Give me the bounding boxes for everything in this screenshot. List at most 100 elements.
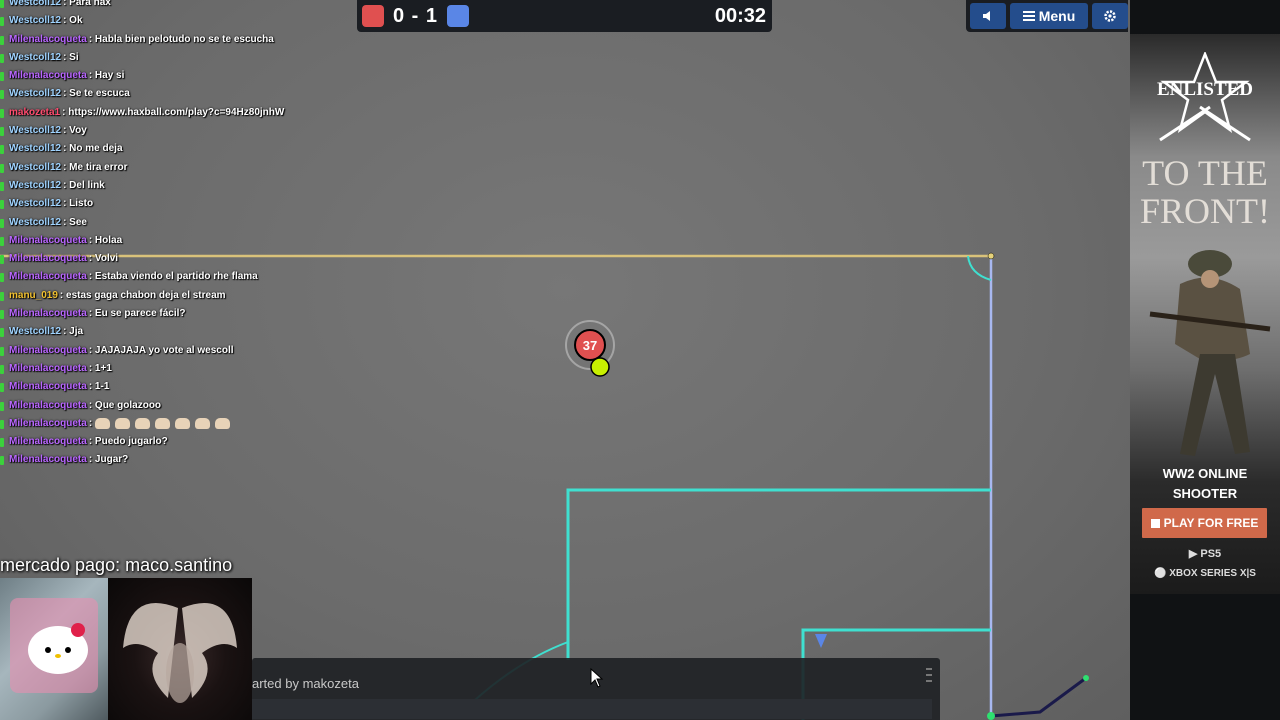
chat-username: Westcoll12 xyxy=(9,51,62,63)
chat-message: Westcoll12: Voy xyxy=(0,122,300,140)
chat-message: Milenalacoqueta: Que golazooo xyxy=(0,397,300,415)
chat-username: Westcoll12 xyxy=(9,216,62,228)
chat-username: Milenalacoqueta xyxy=(9,362,87,374)
sound-button[interactable] xyxy=(970,3,1006,29)
player-status-icon xyxy=(0,291,4,301)
ad-platform-xbox-label: XBOX SERIES X|S xyxy=(1169,568,1256,579)
goal-post-far xyxy=(1083,675,1089,681)
player-status-icon xyxy=(0,17,4,27)
chat-message: Westcoll12: Se te escuca xyxy=(0,85,300,103)
emoji-row xyxy=(94,417,235,429)
goal-post xyxy=(987,712,995,720)
player-status-icon xyxy=(0,90,4,100)
chat-username: makozeta1 xyxy=(9,106,61,118)
scoreboard: 0 - 1 00:32 xyxy=(357,0,772,32)
chat-message: Milenalacoqueta: Eu se parece fácil? xyxy=(0,305,300,323)
chat-message: Westcoll12: Para nax xyxy=(0,0,300,12)
match-timer: 00:32 xyxy=(714,4,766,27)
player-status-icon xyxy=(0,72,4,82)
chat-message: Westcoll12: Del link xyxy=(0,177,300,195)
ad-banner[interactable]: ENLISTED TO THE FRONT! WW2 ONLINE SHOOTE… xyxy=(1130,34,1280,594)
chat-username: Westcoll12 xyxy=(9,161,62,173)
chat-text: https://www.haxball.com/play?c=94Hz80jnh… xyxy=(68,106,285,118)
ad-cta-label: PLAY FOR FREE xyxy=(1163,516,1259,530)
chat-text: 1+1 xyxy=(94,362,112,374)
chat-username: Milenalacoqueta xyxy=(9,344,87,356)
chat-message: makozeta1: https://www.haxball.com/play?… xyxy=(0,104,300,122)
emoji-icon xyxy=(114,417,130,429)
ad-headline-line-2: FRONT! xyxy=(1139,191,1270,231)
chat-message: Milenalacoqueta: Habla bien pelotudo no … xyxy=(0,31,300,49)
player-status-icon xyxy=(0,163,4,173)
chat-message: Westcoll12: No me deja xyxy=(0,140,300,158)
chat-text: No me deja xyxy=(69,143,123,155)
xbox-icon: ⚪ xyxy=(1154,568,1167,579)
settings-button[interactable] xyxy=(1092,3,1129,29)
player-number: 37 xyxy=(583,338,597,353)
chat-text: See xyxy=(69,216,87,228)
chat-text: Estaba viendo el partido rhe flama xyxy=(94,271,258,283)
ad-platform-xbox: ⚪ XBOX SERIES X|S xyxy=(1130,568,1280,579)
player-status-icon xyxy=(0,218,4,228)
chat-text: Me tira error xyxy=(69,161,128,173)
chat-username: Milenalacoqueta xyxy=(9,436,87,448)
player-status-icon xyxy=(0,0,4,8)
player-status-icon xyxy=(0,236,4,246)
chat-text: Ok xyxy=(69,15,83,27)
chat-input[interactable] xyxy=(252,699,932,719)
play-for-free-button[interactable]: PLAY FOR FREE xyxy=(1142,508,1267,538)
hello-kitty-icon xyxy=(10,598,98,693)
player-status-icon xyxy=(0,383,4,393)
chat-username: manu_019 xyxy=(9,289,58,301)
chat-username: Milenalacoqueta xyxy=(9,271,87,283)
player-status-icon xyxy=(0,200,4,210)
chat-username: Milenalacoqueta xyxy=(9,399,87,411)
chat-message: Milenalacoqueta: Estaba viendo el partid… xyxy=(0,268,300,286)
menu-button[interactable]: Menu xyxy=(1009,3,1089,29)
player-status-icon xyxy=(0,108,4,118)
chat-message: Westcoll12: Si xyxy=(0,49,300,67)
chat-username: Milenalacoqueta xyxy=(9,33,87,45)
chat-username: Milenalacoqueta xyxy=(9,417,87,429)
chat-message: Milenalacoqueta: xyxy=(0,415,300,433)
chat-message: Westcoll12: Ok xyxy=(0,12,300,30)
ad-platform-ps5: ▶ PS5 xyxy=(1130,547,1280,560)
chat-message: manu_019: estas gaga chabon deja el stre… xyxy=(0,287,300,305)
wings-icon xyxy=(123,603,237,703)
chat-username: Milenalacoqueta xyxy=(9,234,87,246)
penalty-box-line xyxy=(566,488,991,660)
emoji-icon xyxy=(194,417,210,429)
chat-message: Westcoll12: See xyxy=(0,214,300,232)
chat-username: Westcoll12 xyxy=(9,15,62,27)
soldier-image xyxy=(1149,250,1271,456)
ad-tagline-line-2: SHOOTER xyxy=(1172,486,1238,501)
blue-marker-icon xyxy=(815,634,827,648)
windows-icon xyxy=(1150,519,1160,528)
emoji-icon xyxy=(214,417,230,429)
chat-username: Milenalacoqueta xyxy=(9,381,87,393)
player-status-icon xyxy=(0,181,4,191)
ad-headline: TO THE FRONT! xyxy=(1130,154,1280,230)
player-status-icon xyxy=(0,35,4,45)
chat-text: Se te escuca xyxy=(69,88,130,100)
chat-username: Westcoll12 xyxy=(9,88,62,100)
player-status-icon xyxy=(0,346,4,356)
chat-text: Si xyxy=(69,51,79,63)
ad-platform-ps5-label: PS5 xyxy=(1200,548,1222,560)
chat-text: Volvi xyxy=(94,253,119,265)
donation-text: mercado pago: maco.santino xyxy=(0,555,233,575)
blue-team-swatch xyxy=(447,5,470,27)
player-status-icon xyxy=(0,145,4,155)
emoji-icon xyxy=(154,417,170,429)
chat-text: Para nax xyxy=(69,0,111,8)
ball xyxy=(590,357,610,377)
menu-label: Menu xyxy=(1038,8,1076,24)
chat-text: 1-1 xyxy=(94,381,110,393)
corner-post xyxy=(987,252,995,260)
chat-log: Westcoll12: Para nax Westcoll12: Ok Milena… xyxy=(0,0,300,470)
chat-text: Holaa xyxy=(94,234,123,246)
chat-username: Westcoll12 xyxy=(9,326,62,338)
player-status-icon xyxy=(0,456,4,466)
chat-username: Milenalacoqueta xyxy=(9,70,87,82)
drag-handle-icon[interactable] xyxy=(926,668,932,692)
